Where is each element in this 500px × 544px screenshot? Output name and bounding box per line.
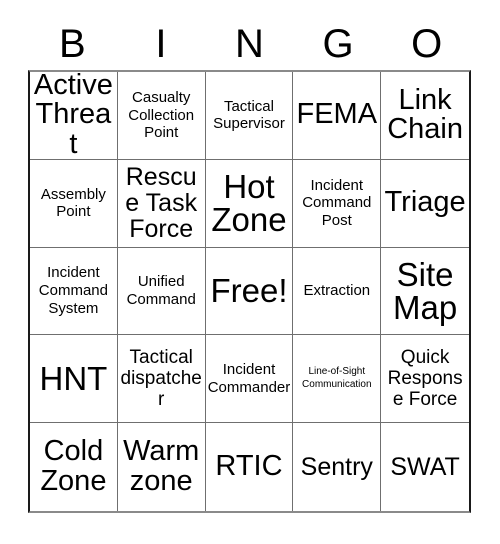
bingo-cell-label: Sentry — [300, 452, 373, 481]
bingo-cell-label: Site Map — [392, 255, 458, 326]
bingo-cell-label: HNT — [39, 360, 108, 398]
bingo-cell[interactable]: Rescue Task Force — [117, 159, 206, 248]
bingo-cell-free[interactable]: Free! — [205, 247, 294, 336]
bingo-cell-label: Line-of-Sight Communication — [302, 366, 372, 390]
bingo-cell-label: Tactical dispatcher — [120, 346, 202, 411]
bingo-cell[interactable]: Sentry — [293, 423, 382, 511]
bingo-cell-label: Quick Response Force — [387, 346, 463, 411]
bingo-cell[interactable]: HNT — [30, 335, 118, 424]
bingo-cell[interactable]: Quick Response Force — [381, 335, 469, 424]
bingo-cell-label: Casualty Collection Point — [128, 88, 195, 142]
bingo-cell[interactable]: Tactical dispatcher — [117, 335, 206, 424]
bingo-cell-label: Incident Command Post — [302, 176, 372, 230]
bingo-cell[interactable]: Unified Command — [117, 247, 206, 336]
bingo-cell[interactable]: Site Map — [381, 247, 469, 336]
bingo-cell-label: Triage — [384, 186, 466, 219]
header-letter-o: O — [411, 22, 443, 66]
bingo-cell-label: Unified Command — [126, 273, 196, 308]
bingo-cell-label: SWAT — [390, 452, 460, 481]
bingo-cell-label: Rescue Task Force — [125, 162, 198, 244]
bingo-cell-label: FEMA — [296, 98, 378, 131]
bingo-cell[interactable]: Cold Zone — [30, 423, 118, 511]
bingo-cell[interactable]: SWAT — [381, 423, 469, 511]
bingo-cell-label: RTIC — [215, 450, 283, 483]
bingo-cell-label: Link Chain — [387, 83, 463, 146]
bingo-cell-label: Free! — [210, 272, 288, 310]
bingo-cell[interactable]: Line-of-Sight Communication — [293, 335, 382, 424]
bingo-cell-label: Assembly Point — [40, 185, 106, 221]
header-letter-n: N — [235, 22, 264, 66]
bingo-cell[interactable]: Hot Zone — [205, 159, 294, 248]
bingo-cell[interactable]: Casualty Collection Point — [117, 72, 206, 160]
header-letter-b: B — [58, 22, 86, 66]
bingo-cell[interactable]: Link Chain — [381, 72, 469, 160]
bingo-cell[interactable]: Incident Command System — [30, 247, 118, 336]
bingo-cell-label: Hot Zone — [211, 168, 287, 239]
bingo-cell-label: Incident Commander — [207, 361, 291, 396]
bingo-cell[interactable]: FEMA — [293, 72, 382, 160]
bingo-cell-label: Incident Command System — [38, 264, 108, 317]
bingo-cell[interactable]: Triage — [381, 159, 469, 248]
bingo-cell[interactable]: Incident Command Post — [293, 159, 382, 248]
bingo-cell-label: Warm zone — [123, 435, 200, 498]
bingo-cell[interactable]: Assembly Point — [30, 159, 118, 248]
header-letter-g: G — [322, 22, 354, 66]
bingo-cell-label: Tactical Supervisor — [213, 97, 285, 133]
bingo-card: B I N G O Active Threat Casualty Collect… — [0, 0, 500, 544]
bingo-cell-label: Cold Zone — [40, 435, 107, 498]
bingo-cell[interactable]: Tactical Supervisor — [205, 72, 294, 160]
bingo-cell[interactable]: Extraction — [293, 247, 382, 336]
bingo-cell[interactable]: RTIC — [205, 423, 294, 511]
bingo-header-row: B I N G O — [28, 18, 471, 70]
bingo-cell-label: Active Threat — [33, 72, 113, 160]
bingo-cell[interactable]: Warm zone — [117, 423, 206, 511]
bingo-cell-label: Extraction — [303, 282, 371, 300]
bingo-cell[interactable]: Active Threat — [30, 72, 118, 160]
bingo-grid: Active Threat Casualty Collection Point … — [28, 70, 471, 513]
bingo-cell[interactable]: Incident Commander — [205, 335, 294, 424]
header-letter-i: I — [155, 22, 167, 66]
